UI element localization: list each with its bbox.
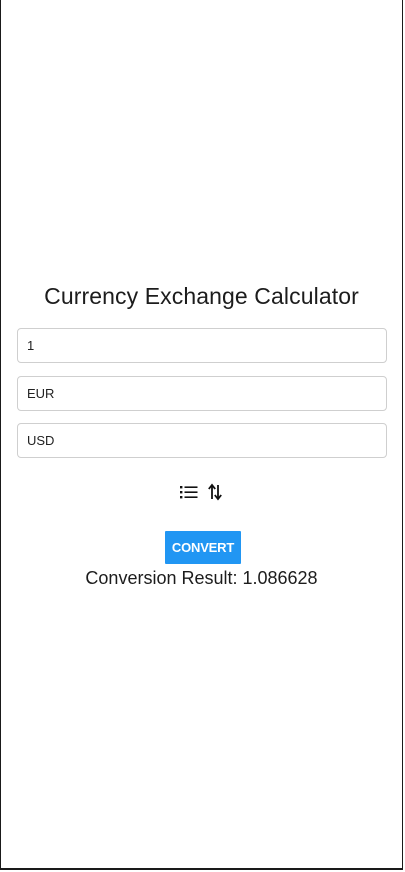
to-currency-input[interactable] [17,423,387,458]
icon-toolbar [179,481,225,503]
swap-vertical-icon[interactable] [205,482,225,502]
list-icon[interactable] [179,482,199,502]
amount-input[interactable] [17,328,387,363]
from-currency-input[interactable] [17,376,387,411]
convert-button[interactable]: CONVERT [165,531,241,564]
conversion-result: Conversion Result: 1.086628 [85,568,318,588]
page-title: Currency Exchange Calculator [44,283,359,309]
app-window: Currency Exchange Calculator CONVERT [0,0,403,870]
